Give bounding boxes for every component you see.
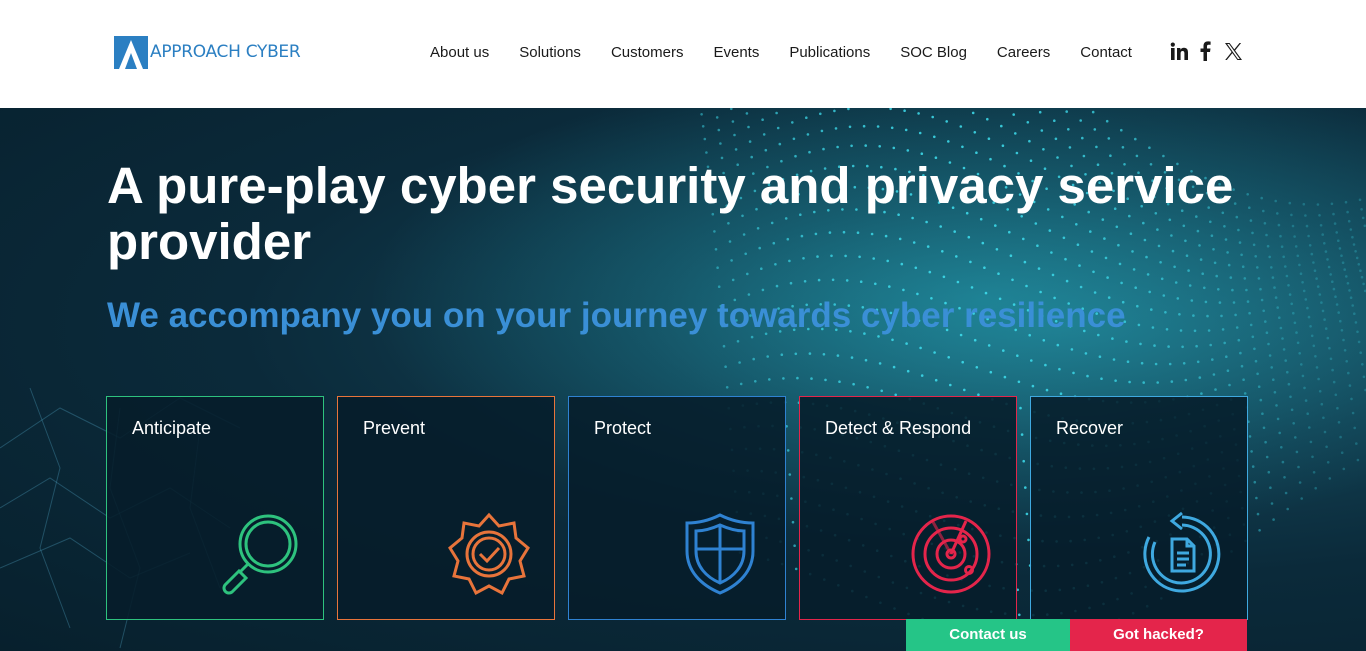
nav-about-us[interactable]: About us — [415, 43, 504, 63]
social-links — [1170, 41, 1243, 61]
facebook-icon[interactable] — [1199, 41, 1211, 61]
nav-events[interactable]: Events — [698, 43, 774, 63]
nav-contact[interactable]: Contact — [1065, 43, 1147, 63]
card-anticipate[interactable]: Anticipate — [106, 396, 324, 620]
nav-careers[interactable]: Careers — [982, 43, 1065, 63]
hero-title: A pure-play cyber security and privacy s… — [107, 157, 1234, 270]
shield-icon — [685, 513, 755, 595]
recover-document-icon — [1143, 511, 1221, 593]
x-icon[interactable] — [1224, 42, 1243, 61]
logo-text: APPROACH CYBER — [150, 42, 301, 62]
radar-icon — [911, 514, 991, 594]
nav-solutions[interactable]: Solutions — [504, 43, 596, 63]
card-detect-respond[interactable]: Detect & Respond — [799, 396, 1017, 620]
card-label: Recover — [1056, 418, 1124, 438]
hero-subtitle: We accompany you on your journey towards… — [107, 296, 1126, 335]
card-label: Prevent — [363, 418, 426, 438]
nav-soc-blog[interactable]: SOC Blog — [885, 43, 982, 63]
card-prevent[interactable]: Prevent — [337, 396, 555, 620]
linkedin-icon[interactable] — [1170, 42, 1189, 61]
card-protect[interactable]: Protect — [568, 396, 786, 620]
got-hacked-button[interactable]: Got hacked? — [1070, 619, 1247, 651]
magnifier-icon — [222, 514, 298, 595]
nav-publications[interactable]: Publications — [774, 43, 885, 63]
card-label: Detect & Respond — [825, 418, 972, 438]
contact-us-button[interactable]: Contact us — [906, 619, 1070, 651]
badge-check-icon — [448, 512, 530, 596]
main-nav: About us Solutions Customers Events Publ… — [415, 43, 1147, 63]
logo-mark-icon — [114, 35, 148, 69]
nav-customers[interactable]: Customers — [596, 43, 699, 63]
hero-section: A pure-play cyber security and privacy s… — [0, 108, 1366, 651]
logo[interactable]: APPROACH CYBER — [114, 35, 301, 69]
card-recover[interactable]: Recover — [1030, 396, 1248, 620]
site-header: APPROACH CYBER About us Solutions Custom… — [0, 0, 1366, 108]
card-label: Anticipate — [132, 418, 212, 438]
card-label: Protect — [594, 418, 652, 438]
